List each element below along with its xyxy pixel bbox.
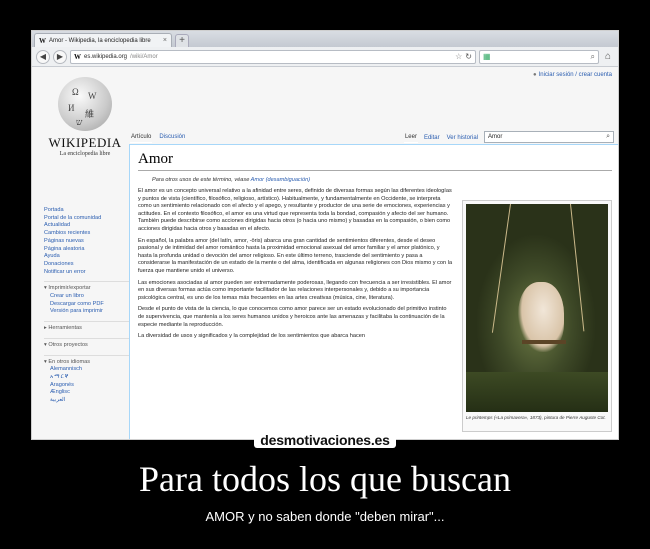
puzzle-globe-icon: Ω W И 維 ש [58,77,112,131]
tab-articulo[interactable]: Artículo [130,132,153,143]
wikipedia-logo[interactable]: Ω W И 維 ש WIKIPEDIA La enciclopedia libr… [46,77,124,157]
back-button[interactable]: ◀ [36,49,50,64]
wikipedia-tagline: La enciclopedia libre [59,151,111,157]
section-label: Imprimir/exportar [48,285,91,292]
swing-seat [522,340,566,344]
url-domain: es.wikipedia.org [84,53,128,60]
tab-leer[interactable]: Leer [403,132,418,143]
sidebar-section-print[interactable]: ▾ Imprimir/exportar [44,281,130,293]
browser-tab[interactable]: W Amor - Wikipedia, la enciclopedia libr… [34,33,172,47]
sidebar-item-donaciones[interactable]: Donaciones [44,261,130,269]
content-tabs: Artículo Discusión Leer Editar Ver histo… [130,129,614,143]
search-value: Amor [488,134,503,140]
sidebar-item-portada[interactable]: Portada [44,207,130,215]
home-icon[interactable]: ⌂ [602,51,614,62]
reload-icon[interactable]: ↻ [465,52,472,61]
sidebar: Portada Portal de la comunidad Actualida… [44,207,130,405]
tab-editar[interactable]: Editar [423,133,441,143]
browser-window: W Amor - Wikipedia, la enciclopedia libr… [31,30,619,440]
site-watermark: desmotivaciones.es [0,432,650,450]
wikipedia-page: ● Iniciar sesión / crear cuenta Ω W И 維 ש… [32,67,618,439]
login-link[interactable]: ● Iniciar sesión / crear cuenta [533,72,612,78]
wikipedia-wordmark: WIKIPEDIA [48,135,122,150]
painting-image[interactable] [466,204,608,412]
sidebar-item-crear-libro[interactable]: Crear un libro [44,293,130,301]
watermark-text: desmotivaciones.es [254,432,396,448]
section-label: Herramientas [48,325,82,332]
article-paragraph: La diversidad de usos y significados y l… [138,333,365,340]
tab-historial[interactable]: Ver historial [446,133,479,143]
article-paragraph: En español, la palabra amor (del latín, … [138,237,453,274]
swing-rope [570,204,585,332]
hatnote: Para otros usos de este término, véase A… [138,177,612,183]
sidebar-section-languages[interactable]: ▾ En otros idiomas [44,354,130,367]
login-text: Iniciar sesión / crear cuenta [538,72,612,78]
sidebar-item-cambios[interactable]: Cambios recientes [44,230,130,238]
forward-button[interactable]: ▶ [53,49,67,64]
new-tab-button[interactable]: + [175,34,189,47]
wiki-search-input[interactable]: Amor ⌕ [484,131,614,143]
poster-headline: Para todos los que buscan [139,459,511,499]
article-paragraph: Desde el punto de vista de la ciencia, l… [138,306,447,328]
section-label: Otros proyectos [48,341,88,348]
section-label: En otros idiomas [48,358,91,365]
search-engine-icon[interactable]: ▦ [483,52,491,61]
sidebar-item-portal[interactable]: Portal de la comunidad [44,215,130,223]
swing-rope [491,204,511,333]
sidebar-item-lang[interactable]: العربية [44,397,130,405]
sidebar-item-lang[interactable]: Alemannisch [44,366,130,374]
article-paragraph: El amor es un concepto universal relativ… [138,188,452,232]
sidebar-item-imprimir[interactable]: Versión para imprimir [44,308,130,316]
article-body: Amor Para otros usos de este término, vé… [129,144,618,439]
sidebar-item-actualidad[interactable]: Actualidad [44,222,130,230]
user-icon: ● [533,72,537,78]
poster-subline: AMOR y no saben donde "deben mirar"... [205,509,445,524]
sidebar-item-aleatoria[interactable]: Página aleatoria [44,246,130,254]
page-title: Amor [138,151,612,171]
wikipedia-favicon-icon: W [39,36,46,45]
article-paragraph: Las emociones asociadas al amor pueden s… [138,279,452,301]
image-caption: Le printemps («La primavera», 1873), pin… [466,415,606,420]
sidebar-item-pdf[interactable]: Descargar como PDF [44,301,130,309]
tab-title: Amor - Wikipedia, la enciclopedia libre [49,37,151,44]
article-image-box: Le printemps («La primavera», 1873), pin… [462,200,612,432]
search-icon[interactable]: ⌕ [606,133,610,141]
sidebar-item-paginas-nuevas[interactable]: Páginas nuevas [44,238,130,246]
url-path: /wiki/Amor [130,53,158,60]
address-bar[interactable]: W es.wikipedia.org/wiki/Amor ☆ ↻ [70,49,476,64]
hatnote-text: Para otros usos de este término, véase [152,177,251,183]
disambiguation-link[interactable]: Amor (desambiguación) [251,177,310,183]
sidebar-item-ayuda[interactable]: Ayuda [44,253,130,261]
sidebar-section-other[interactable]: ▾ Otros proyectos [44,337,130,350]
sidebar-item-lang[interactable]: አማርኛ [44,374,130,382]
bookmark-star-icon[interactable]: ☆ [455,52,462,61]
browser-search-box[interactable]: ▦ ⌕ [479,49,599,64]
navigation-bar: ◀ ▶ W es.wikipedia.org/wiki/Amor ☆ ↻ ▦ ⌕… [32,47,618,67]
tab-strip: W Amor - Wikipedia, la enciclopedia libr… [32,31,618,47]
sidebar-item-notificar[interactable]: Notificar un error [44,269,130,277]
sidebar-item-lang[interactable]: Ænglisc [44,389,130,397]
painting-ground [466,372,608,412]
tab-discusion[interactable]: Discusión [158,132,186,143]
close-tab-icon[interactable]: × [163,37,167,44]
sidebar-item-lang[interactable]: Aragonés [44,382,130,390]
search-icon[interactable]: ⌕ [591,52,595,62]
site-identity-icon: W [74,52,81,61]
sidebar-section-tools[interactable]: ▸ Herramientas [44,321,130,333]
